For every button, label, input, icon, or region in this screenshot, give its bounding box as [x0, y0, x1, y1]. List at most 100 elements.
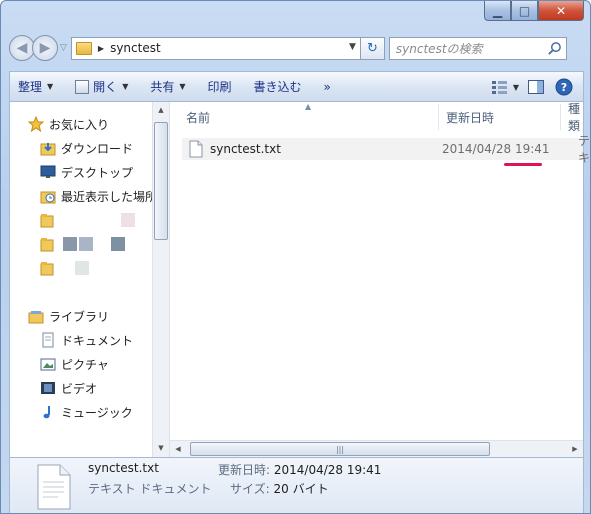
search-icon[interactable] [547, 41, 562, 56]
refresh-button[interactable]: ↻ [360, 36, 385, 60]
chevron-down-icon: ▼ [122, 82, 129, 91]
sidebar-label-pictures: ピクチャ [61, 357, 109, 372]
share-button[interactable]: 共有 ▼ [150, 78, 185, 95]
explorer-window: ▁ □ ✕ ◀ ▶ ▽ ▶ synctest ▼ ↻ synctestの検索 整… [0, 0, 591, 514]
navigation-bar: ◀ ▶ ▽ ▶ synctest ▼ ↻ synctestの検索 [9, 31, 584, 65]
search-placeholder: synctestの検索 [395, 41, 483, 56]
redacted-block [79, 237, 93, 251]
help-button[interactable]: ? [553, 76, 575, 98]
share-label: 共有 [150, 80, 175, 94]
scroll-left-icon[interactable]: ◀ [170, 441, 186, 457]
sidebar-item-music[interactable]: ミュージック [40, 401, 133, 423]
details-pane: synctest.txt テキスト ドキュメント 更新日時: 2014/04/2… [9, 457, 584, 513]
navigation-scrollbar[interactable]: ▲ ▼ [152, 102, 169, 457]
text-document-icon [37, 464, 71, 510]
sidebar-label-desktop: デスクトップ [61, 165, 134, 180]
sidebar-item-downloads[interactable]: ダウンロード [40, 137, 133, 159]
column-header-type[interactable]: 種類 [568, 102, 583, 133]
organize-label: 整理 [18, 80, 43, 94]
print-label: 印刷 [207, 80, 232, 94]
documents-icon [42, 332, 54, 348]
details-modified: 更新日時: 2014/04/28 19:41 [218, 461, 381, 478]
sidebar-label-downloads: ダウンロード [61, 141, 134, 156]
close-button[interactable]: ✕ [538, 1, 584, 21]
sidebar-item-folder-2[interactable] [40, 233, 125, 255]
notepad-icon [75, 79, 90, 94]
view-controls: ▼ ? [483, 76, 575, 98]
sidebar-item-pictures[interactable]: ピクチャ [40, 353, 109, 375]
view-list-icon [491, 81, 507, 94]
sidebar-item-favorites[interactable]: お気に入り [28, 113, 109, 135]
redacted-block [111, 237, 125, 251]
music-icon [43, 406, 50, 419]
breadcrumb-arrow-icon[interactable]: ▶ [98, 44, 104, 53]
forward-arrow-icon: ▶ [39, 40, 51, 56]
column-divider[interactable] [438, 104, 439, 130]
downloads-folder-icon [40, 143, 56, 156]
sidebar-label-documents: ドキュメント [61, 333, 134, 348]
preview-pane-button[interactable] [525, 76, 547, 98]
scroll-down-icon[interactable]: ▼ [153, 440, 169, 456]
breadcrumb-folder[interactable]: synctest [110, 41, 161, 55]
sidebar-label-videos: ビデオ [61, 381, 98, 396]
burn-label: 書き込む [253, 80, 302, 94]
redacted-block [63, 237, 77, 251]
forward-button[interactable]: ▶ [32, 35, 58, 61]
chevron-down-icon: ▼ [47, 82, 54, 91]
sidebar-item-videos[interactable]: ビデオ [40, 377, 97, 399]
minimize-button[interactable]: ▁ [484, 1, 511, 21]
scroll-up-icon[interactable]: ▲ [153, 102, 169, 118]
sidebar-label-music: ミュージック [61, 405, 133, 420]
maximize-button[interactable]: □ [511, 1, 538, 21]
sidebar-label-recent: 最近表示した場所 [61, 189, 158, 204]
burn-button[interactable]: 書き込む [254, 78, 302, 95]
star-icon [28, 116, 44, 132]
column-header-modified[interactable]: 更新日時 [446, 106, 494, 128]
sidebar-item-libraries[interactable]: ライブラリ [28, 305, 109, 327]
sidebar-item-desktop[interactable]: デスクトップ [40, 161, 133, 183]
sidebar-item-folder-1[interactable] [40, 209, 135, 231]
file-list-scrollbar[interactable]: ◀ ||| ▶ [170, 440, 583, 457]
address-bar[interactable]: ▶ synctest ▼ [70, 36, 361, 60]
file-name: synctest.txt [210, 142, 281, 156]
organize-button[interactable]: 整理 ▼ [18, 78, 53, 95]
folder-icon [75, 41, 92, 55]
scroll-thumb[interactable] [154, 122, 168, 240]
details-modified-value: 2014/04/28 19:41 [273, 463, 382, 477]
open-label: 開く [93, 80, 118, 94]
chevron-down-icon[interactable]: ▼ [513, 83, 519, 92]
folder-icon [40, 262, 54, 276]
svg-text:?: ? [561, 81, 567, 94]
recent-pages-dropdown[interactable]: ▽ [60, 43, 67, 53]
address-dropdown-icon[interactable]: ▼ [349, 42, 356, 52]
file-list: ▲ 名前 更新日時 種類 synctest.txt 2014/04/28 19:… [170, 102, 590, 457]
column-divider[interactable] [560, 104, 561, 130]
sidebar-item-documents[interactable]: ドキュメント [40, 329, 133, 351]
refresh-icon: ↻ [366, 40, 378, 56]
details-size: サイズ: 20 バイト [230, 480, 329, 497]
folder-icon [40, 238, 54, 252]
column-header-name[interactable]: 名前 [186, 106, 210, 128]
scroll-thumb[interactable]: ||| [190, 442, 490, 456]
folder-icon [40, 214, 54, 228]
open-button[interactable]: 開く ▼ [75, 78, 128, 95]
scroll-right-icon[interactable]: ▶ [567, 441, 583, 457]
print-button[interactable]: 印刷 [208, 78, 232, 95]
highlight-underline [504, 163, 542, 166]
file-modified: 2014/04/28 19:41 [442, 142, 550, 156]
details-file-name: synctest.txt [88, 461, 159, 475]
redacted-block [75, 261, 89, 275]
change-view-button[interactable] [489, 76, 511, 98]
more-commands-button[interactable]: » [324, 80, 331, 94]
search-input[interactable]: synctestの検索 [388, 36, 567, 60]
content-area: お気に入り ダウンロード デスクトップ 最近表示した場所 ライブラリ ドキュメン… [9, 102, 590, 457]
sidebar-item-recent[interactable]: 最近表示した場所 [40, 185, 157, 207]
sort-ascending-icon: ▲ [305, 102, 312, 111]
libraries-icon [28, 311, 44, 324]
chevron-down-icon: ▼ [179, 82, 186, 91]
sidebar-label-libraries: ライブラリ [49, 309, 110, 324]
file-row[interactable]: synctest.txt 2014/04/28 19:41 テキ [182, 134, 590, 165]
sidebar-item-folder-3[interactable] [40, 257, 89, 279]
preview-pane-icon [528, 80, 544, 94]
pictures-icon [40, 358, 56, 371]
